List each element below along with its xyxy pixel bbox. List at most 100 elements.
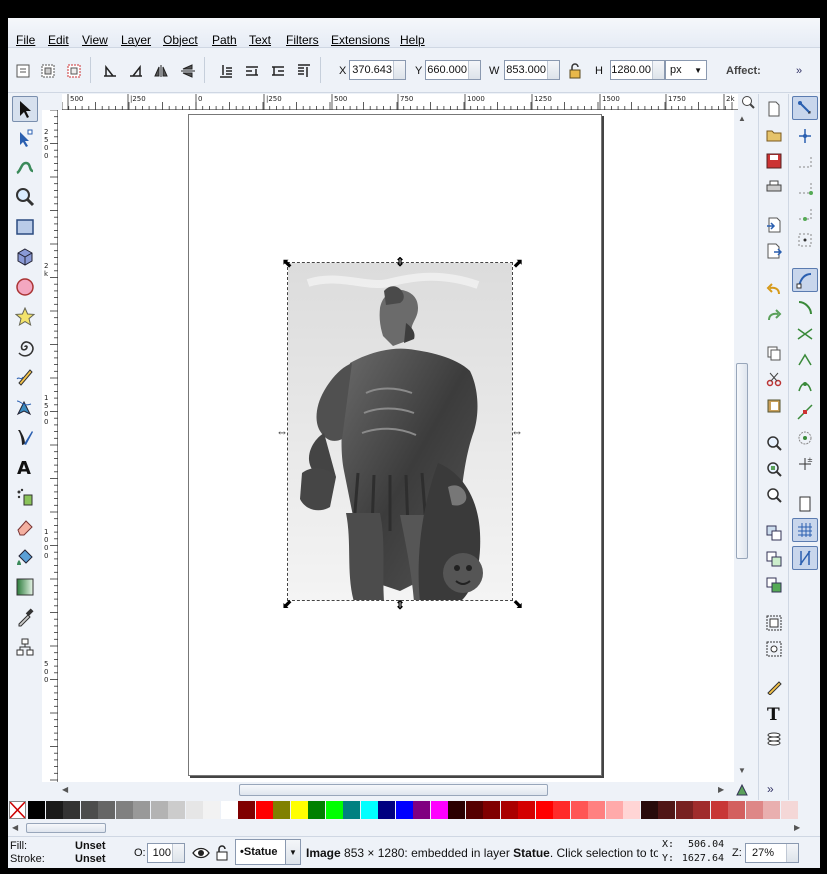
menu-path[interactable]: Path: [212, 33, 237, 47]
flip-horizontal-icon[interactable]: [151, 60, 173, 82]
color-swatch[interactable]: [273, 801, 290, 819]
snap-grids-icon[interactable]: [792, 518, 818, 542]
scale-handle-e-icon[interactable]: ⇔: [511, 426, 523, 438]
copy-icon[interactable]: [763, 342, 785, 364]
spiral-tool-icon[interactable]: [12, 334, 38, 360]
opacity-input[interactable]: 100: [147, 843, 185, 863]
3d-box-tool-icon[interactable]: [12, 244, 38, 270]
scale-handle-sw-icon[interactable]: ⬋: [281, 598, 293, 610]
horizontal-ruler[interactable]: 500 |250 0 |250 500 750 1000 1250 1500 1750 2k: [61, 94, 738, 110]
selector-tool-icon[interactable]: [12, 96, 38, 122]
snap-paths-icon[interactable]: [792, 296, 818, 320]
paint-bucket-tool-icon[interactable]: [12, 544, 38, 570]
open-icon[interactable]: [763, 124, 785, 146]
paste-icon[interactable]: [763, 394, 785, 416]
color-swatch[interactable]: [728, 801, 745, 819]
scale-handle-nw-icon[interactable]: ⬉: [281, 257, 293, 269]
lower-to-bottom-icon[interactable]: [215, 60, 237, 82]
raise-icon[interactable]: [267, 60, 289, 82]
undo-icon[interactable]: [763, 278, 785, 300]
color-swatch[interactable]: [203, 801, 220, 819]
unlink-clone-icon[interactable]: [763, 574, 785, 596]
color-swatch[interactable]: [763, 801, 780, 819]
drawing-canvas[interactable]: ⬉ ⇕ ⬈ ⇔ ⇔ ⬋ ⇕ ⬊: [58, 110, 734, 782]
eye-visibility-icon[interactable]: [192, 845, 210, 861]
color-swatch[interactable]: [693, 801, 710, 819]
no-paint-swatch-icon[interactable]: [9, 801, 26, 819]
rectangle-tool-icon[interactable]: [12, 214, 38, 240]
raise-to-top-icon[interactable]: [293, 60, 315, 82]
rotate-cw-icon[interactable]: [125, 60, 147, 82]
vertical-ruler[interactable]: 25002k15001000500: [42, 109, 58, 782]
ungroup-icon[interactable]: [763, 638, 785, 660]
menu-extensions[interactable]: Extensions: [331, 33, 390, 47]
color-swatch[interactable]: [710, 801, 728, 819]
import-icon[interactable]: [763, 214, 785, 236]
color-swatch[interactable]: [360, 801, 378, 819]
scroll-up-icon[interactable]: ▲: [738, 114, 746, 123]
snap-object-centers-icon[interactable]: [792, 426, 818, 450]
color-swatch[interactable]: [28, 801, 45, 819]
height-input[interactable]: 1280.00: [610, 60, 665, 80]
new-document-icon[interactable]: [763, 98, 785, 120]
zoom-drawing-icon[interactable]: [763, 458, 785, 480]
width-input[interactable]: 853.000: [504, 60, 560, 80]
snap-rotation-centers-icon[interactable]: ±: [792, 452, 818, 476]
y-input[interactable]: 660.000: [425, 60, 481, 80]
eraser-tool-icon[interactable]: [12, 514, 38, 540]
color-swatch[interactable]: [220, 801, 238, 819]
duplicate-icon[interactable]: [763, 522, 785, 544]
x-input[interactable]: 370.643: [349, 60, 406, 80]
snap-smooth-nodes-icon[interactable]: [792, 374, 818, 398]
star-tool-icon[interactable]: [12, 304, 38, 330]
color-swatch[interactable]: [780, 801, 798, 819]
flip-vertical-icon[interactable]: [177, 60, 199, 82]
color-swatch[interactable]: [45, 801, 63, 819]
clone-icon[interactable]: [763, 548, 785, 570]
snap-page-border-icon[interactable]: [792, 492, 818, 516]
scale-handle-ne-icon[interactable]: ⬈: [512, 257, 524, 269]
horizontal-scrollbar[interactable]: ◀ ▶: [58, 782, 734, 798]
fill-stroke-icon[interactable]: [763, 676, 785, 698]
horizontal-scroll-thumb[interactable]: [239, 784, 548, 796]
cmdbar-overflow-button[interactable]: »: [767, 782, 774, 796]
color-manage-icon[interactable]: [734, 782, 750, 798]
snap-bbox-edge-icon[interactable]: [792, 150, 818, 174]
statue-image[interactable]: [287, 262, 513, 601]
color-swatch[interactable]: [658, 801, 675, 819]
connector-tool-icon[interactable]: [12, 634, 38, 660]
color-swatch[interactable]: [430, 801, 448, 819]
redo-icon[interactable]: [763, 304, 785, 326]
color-swatch[interactable]: [623, 801, 640, 819]
unit-select[interactable]: px ▼: [665, 60, 707, 80]
color-swatch[interactable]: [80, 801, 98, 819]
snap-bbox-icon[interactable]: [792, 124, 818, 148]
snap-cusp-nodes-icon[interactable]: [792, 348, 818, 372]
rotate-ccw-icon[interactable]: [99, 60, 121, 82]
color-swatch[interactable]: [570, 801, 588, 819]
zoom-input[interactable]: 27%: [745, 843, 799, 863]
gradient-tool-icon[interactable]: [12, 574, 38, 600]
color-swatch[interactable]: [185, 801, 203, 819]
color-swatch[interactable]: [63, 801, 80, 819]
color-swatch[interactable]: [395, 801, 413, 819]
node-tool-icon[interactable]: [12, 125, 38, 151]
color-swatch[interactable]: [745, 801, 763, 819]
ellipse-tool-icon[interactable]: [12, 274, 38, 300]
color-swatch[interactable]: [343, 801, 360, 819]
menu-help[interactable]: Help: [400, 33, 425, 47]
calligraphy-tool-icon[interactable]: [12, 424, 38, 450]
snap-bbox-corner-icon[interactable]: [792, 176, 818, 200]
color-swatch[interactable]: [413, 801, 430, 819]
deselect-icon[interactable]: [63, 60, 85, 82]
text-font-icon[interactable]: T: [763, 702, 785, 724]
zoom-selection-icon[interactable]: [763, 432, 785, 454]
zoom-page-icon[interactable]: [763, 484, 785, 506]
snap-guides-icon[interactable]: [792, 546, 818, 570]
color-swatch[interactable]: [588, 801, 605, 819]
scroll-down-icon[interactable]: ▼: [738, 766, 746, 775]
group-icon[interactable]: [763, 612, 785, 634]
stroke-value[interactable]: Unset: [75, 853, 106, 865]
lock-ratio-icon[interactable]: [564, 60, 586, 82]
color-swatch[interactable]: [553, 801, 570, 819]
